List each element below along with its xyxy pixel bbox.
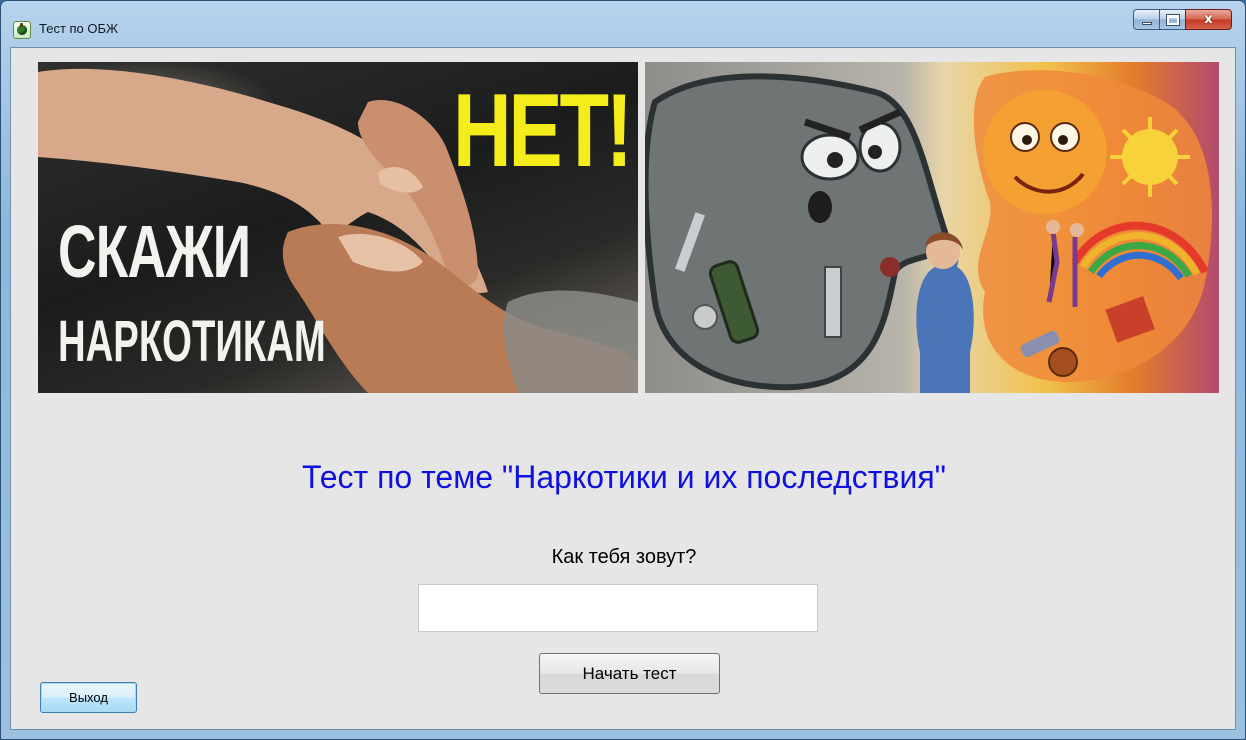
drugs-vs-healthy-life-illustration xyxy=(645,62,1219,393)
close-button[interactable]: x xyxy=(1185,9,1232,30)
exit-button[interactable]: Выход xyxy=(40,682,137,713)
name-input[interactable] xyxy=(418,584,818,632)
illustration-drawing xyxy=(645,70,1212,393)
close-icon: x xyxy=(1204,12,1213,27)
poster-drugs-text: НАРКОТИКАМ xyxy=(58,309,326,374)
title-bar[interactable]: Тест по ОБЖ x xyxy=(1,1,1245,47)
banner-say-no-to-drugs: НЕТ! СКАЖИ НАРКОТИКАМ xyxy=(38,62,638,393)
maximize-icon xyxy=(1165,13,1180,26)
start-test-button[interactable]: Начать тест xyxy=(539,653,720,694)
apple-app-icon xyxy=(13,21,31,39)
app-window: Тест по ОБЖ x НЕТ! СКАЖИ НАРКОТИКАМ Тест… xyxy=(0,0,1246,740)
test-heading: Тест по теме "Наркотики и их последствия… xyxy=(301,459,946,495)
window-title: Тест по ОБЖ xyxy=(39,21,119,36)
name-prompt-label: Как тебя зовут? xyxy=(551,546,697,568)
caption-buttons: x xyxy=(1133,9,1232,30)
minimize-icon xyxy=(1141,21,1152,25)
minimize-button[interactable] xyxy=(1133,9,1159,30)
form-client-area: НЕТ! СКАЖИ НАРКОТИКАМ Тест по теме "Нарк… xyxy=(10,47,1236,730)
maximize-button[interactable] xyxy=(1159,9,1185,30)
poster-no-text: НЕТ! xyxy=(453,73,633,189)
poster-say-text: СКАЖИ xyxy=(58,210,251,293)
